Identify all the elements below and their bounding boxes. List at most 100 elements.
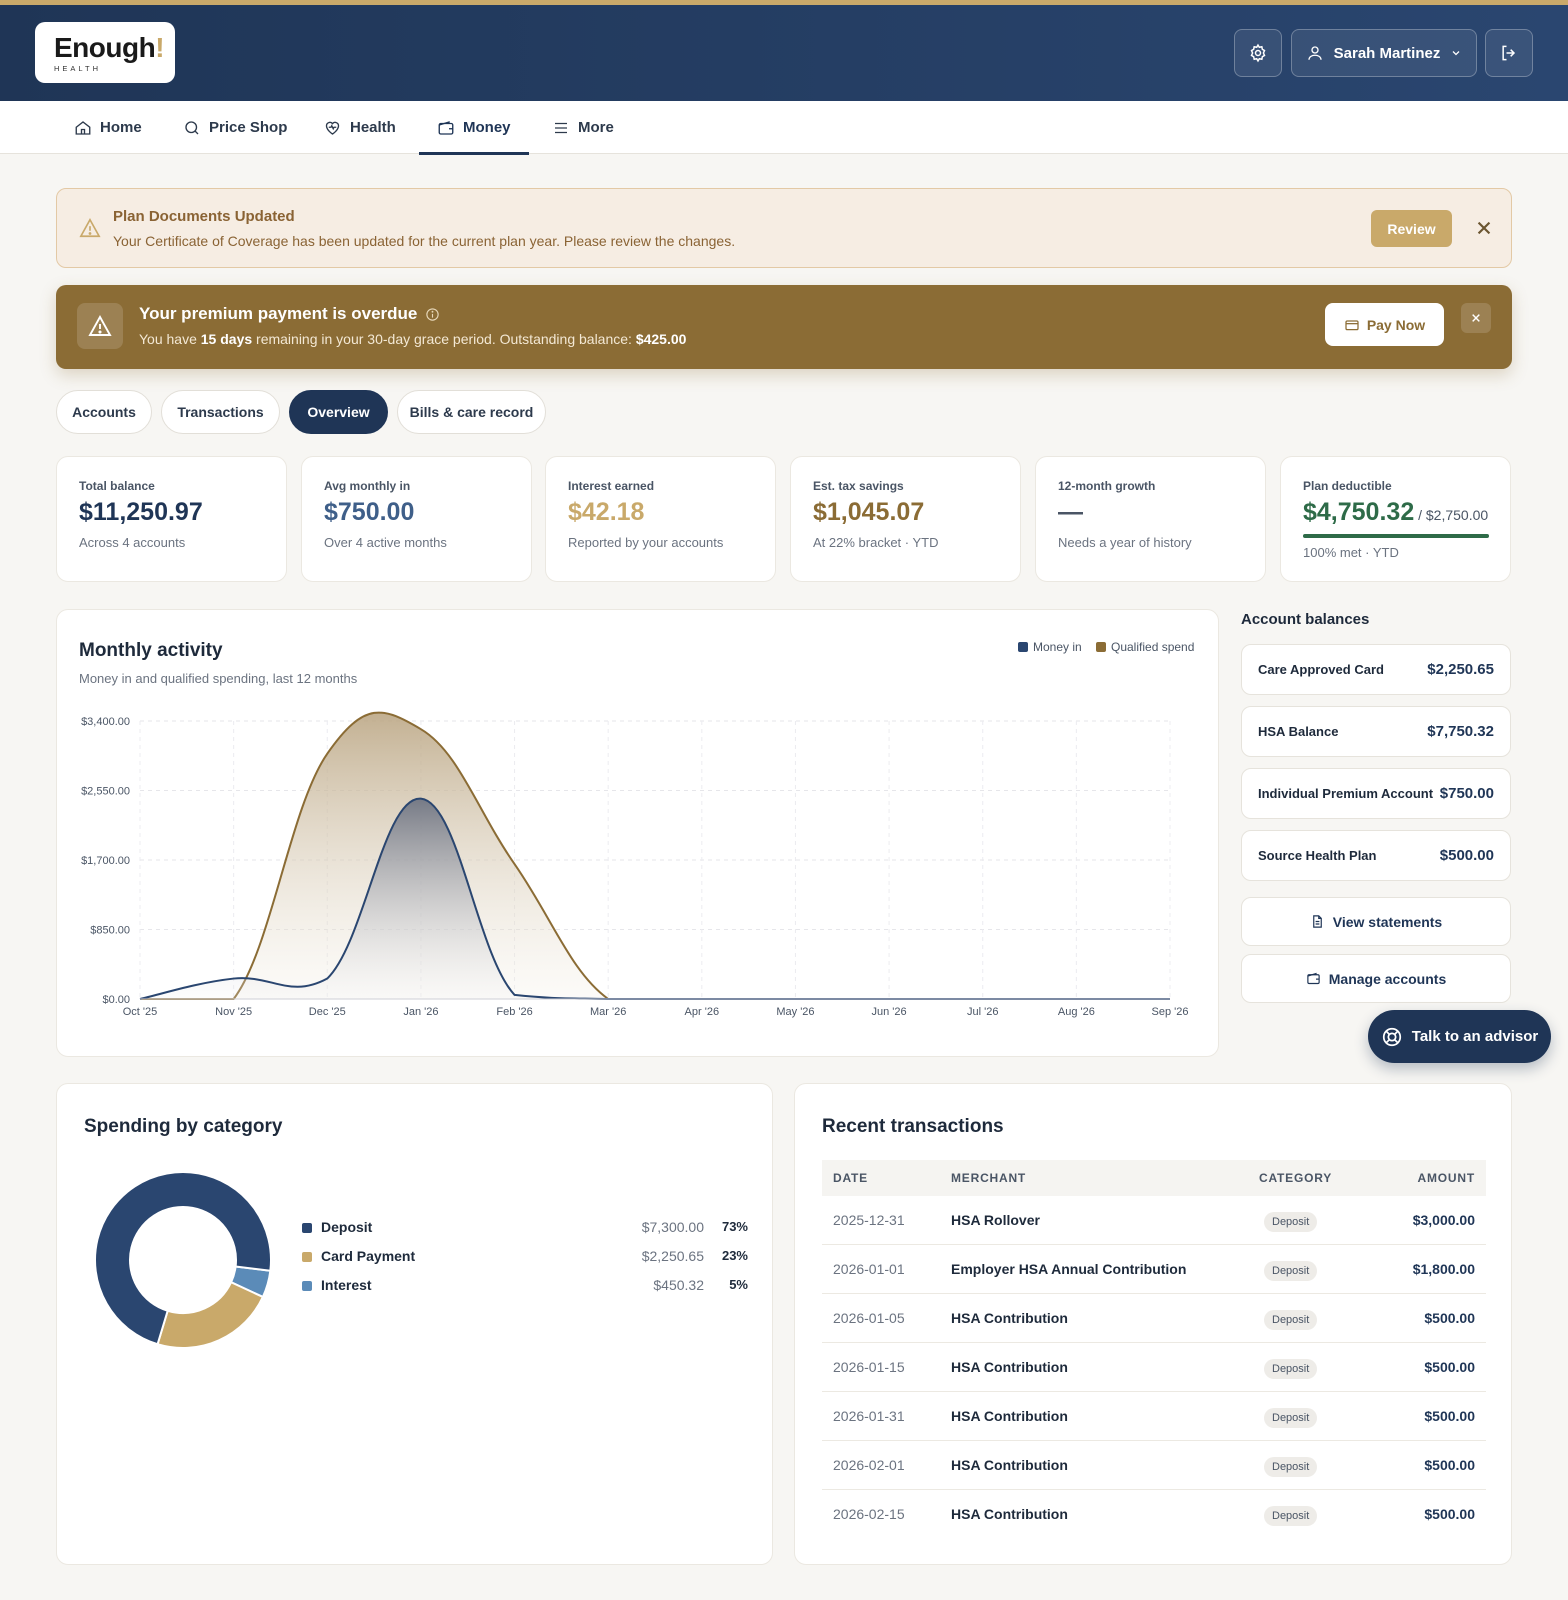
- row-date: 2026-01-31: [833, 1408, 905, 1424]
- table-row[interactable]: 2026-01-31 HSA Contribution Deposit $500…: [822, 1392, 1486, 1441]
- account-individual-premium[interactable]: Individual Premium Account $750.00: [1241, 768, 1511, 819]
- category-swatch: [302, 1223, 312, 1233]
- nav-label: More: [578, 119, 614, 136]
- x-tick-label: Dec '25: [309, 1006, 346, 1018]
- donut-slice-card-payment[interactable]: [156, 1280, 265, 1349]
- x-tick-label: Oct '25: [123, 1006, 158, 1018]
- close-icon[interactable]: [1471, 215, 1497, 241]
- row-merchant: HSA Contribution: [951, 1359, 1068, 1375]
- column-header-amount[interactable]: AMOUNT: [1418, 1171, 1475, 1185]
- x-tick-label: Feb '26: [496, 1006, 532, 1018]
- category-percent: 73%: [721, 1219, 748, 1234]
- nav-health[interactable]: Health: [323, 101, 396, 154]
- kpi-interest-earned: Interest earned $42.18 Reported by your …: [545, 456, 776, 582]
- row-amount: $500.00: [1424, 1408, 1475, 1424]
- series-area-1: [140, 712, 1170, 999]
- user-menu-button[interactable]: Sarah Martinez: [1291, 29, 1477, 77]
- notice-title: Plan Documents Updated: [113, 208, 295, 225]
- row-merchant: HSA Contribution: [951, 1310, 1068, 1326]
- table-row[interactable]: 2026-02-15 HSA Contribution Deposit $500…: [822, 1490, 1486, 1539]
- table-row[interactable]: 2026-02-01 HSA Contribution Deposit $500…: [822, 1441, 1486, 1490]
- kpi-label: Total balance: [79, 479, 155, 493]
- kpi-subtext: Reported by your accounts: [568, 535, 724, 550]
- column-header-merchant[interactable]: MERCHANT: [951, 1171, 1026, 1185]
- kpi-label: 12-month growth: [1058, 479, 1156, 493]
- spending-donut-chart: [94, 1171, 272, 1349]
- notice-message: Your Certificate of Coverage has been up…: [113, 233, 736, 249]
- manage-accounts-button[interactable]: Manage accounts: [1241, 954, 1511, 1003]
- nav-money[interactable]: Money: [419, 101, 529, 155]
- kpi-subtext: Needs a year of history: [1058, 535, 1192, 550]
- nav-more[interactable]: More: [552, 101, 614, 154]
- warning-icon: [88, 315, 112, 336]
- account-source-health-plan[interactable]: Source Health Plan $500.00: [1241, 830, 1511, 881]
- account-care-approved-card[interactable]: Care Approved Card $2,250.65: [1241, 644, 1511, 695]
- row-date: 2026-02-01: [833, 1457, 905, 1473]
- pay-now-button[interactable]: Pay Now: [1325, 303, 1444, 346]
- category-percent: 23%: [721, 1248, 748, 1263]
- nav-price-shop[interactable]: Price Shop: [183, 101, 287, 154]
- tab-transactions[interactable]: Transactions: [161, 390, 280, 434]
- kpi-plan-deductible: Plan deductible $4,750.32 / $2,750.00 10…: [1280, 456, 1511, 582]
- kpi-value: $42.18: [568, 498, 645, 526]
- review-button[interactable]: Review: [1371, 210, 1452, 247]
- row-date: 2026-01-15: [833, 1359, 905, 1375]
- view-statements-label: View statements: [1332, 913, 1443, 930]
- row-amount: $500.00: [1424, 1457, 1475, 1473]
- logo-wordmark: Enough!: [54, 32, 165, 63]
- overdue-title: Your premium payment is overdue: [139, 304, 440, 324]
- row-amount: $500.00: [1424, 1310, 1475, 1326]
- nav-label: Price Shop: [209, 119, 288, 136]
- category-amount: $7,300.00: [641, 1219, 704, 1235]
- manage-accounts-label: Manage accounts: [1328, 970, 1447, 987]
- row-merchant: Employer HSA Annual Contribution: [951, 1261, 1187, 1277]
- main-nav: Home Price Shop Health Money More: [0, 101, 1568, 155]
- talk-to-advisor-button[interactable]: Talk to an advisor: [1368, 1010, 1551, 1063]
- menu-icon: [555, 122, 567, 133]
- home-icon: [75, 120, 91, 135]
- info-icon[interactable]: [425, 307, 440, 322]
- row-category-badge: Deposit: [1264, 1408, 1318, 1428]
- row-merchant: HSA Contribution: [951, 1408, 1068, 1424]
- row-merchant: HSA Contribution: [951, 1457, 1068, 1473]
- table-row[interactable]: 2026-01-05 HSA Contribution Deposit $500…: [822, 1294, 1486, 1343]
- dismiss-overdue-button[interactable]: [1461, 303, 1491, 333]
- category-amount: $450.32: [653, 1277, 704, 1293]
- chevron-down-icon: [1452, 51, 1460, 56]
- x-tick-label: Mar '26: [590, 1006, 626, 1018]
- kpi-subtext: 100% met · YTD: [1303, 545, 1399, 560]
- y-tick-label: $1,700.00: [81, 855, 130, 867]
- active-tab-indicator: [419, 152, 529, 155]
- account-hsa-balance[interactable]: HSA Balance $7,750.32: [1241, 706, 1511, 757]
- kpi-value: $750.00: [324, 498, 415, 526]
- kpi-total-balance: Total balance $11,250.97 Across 4 accoun…: [56, 456, 287, 582]
- tab-accounts[interactable]: Accounts: [56, 390, 152, 434]
- nav-home[interactable]: Home: [74, 101, 142, 154]
- kpi-avg-monthly-in: Avg monthly in $750.00 Over 4 active mon…: [301, 456, 532, 582]
- row-category-badge: Deposit: [1264, 1457, 1318, 1477]
- settings-button[interactable]: [1234, 29, 1282, 77]
- x-tick-label: Jan '26: [403, 1006, 438, 1018]
- logo[interactable]: Enough! HEALTH: [35, 22, 175, 83]
- x-tick-label: Apr '26: [685, 1006, 720, 1018]
- category-row-interest: Interest $450.32 5%: [302, 1276, 748, 1296]
- column-header-category[interactable]: CATEGORY: [1259, 1171, 1332, 1185]
- x-tick-label: May '26: [776, 1006, 814, 1018]
- row-date: 2026-01-01: [833, 1261, 905, 1277]
- user-name: Sarah Martinez: [1333, 44, 1441, 62]
- table-row[interactable]: 2026-01-15 HSA Contribution Deposit $500…: [822, 1343, 1486, 1392]
- logout-button[interactable]: [1485, 29, 1533, 77]
- y-tick-label: $3,400.00: [81, 716, 130, 728]
- tab-overview[interactable]: Overview: [289, 390, 388, 434]
- table-row[interactable]: 2025-12-31 HSA Rollover Deposit $3,000.0…: [822, 1196, 1486, 1245]
- row-merchant: HSA Rollover: [951, 1212, 1040, 1228]
- view-statements-button[interactable]: View statements: [1241, 897, 1511, 946]
- column-header-date[interactable]: DATE: [833, 1171, 868, 1185]
- tab-bills-care-record[interactable]: Bills & care record: [397, 390, 546, 434]
- alert-icon-box: [77, 303, 123, 349]
- table-row[interactable]: 2026-01-01 Employer HSA Annual Contribut…: [822, 1245, 1486, 1294]
- row-date: 2026-01-05: [833, 1310, 905, 1326]
- row-category-badge: Deposit: [1264, 1359, 1318, 1379]
- logo-subtitle: HEALTH: [54, 64, 102, 73]
- category-name: Deposit: [321, 1219, 373, 1235]
